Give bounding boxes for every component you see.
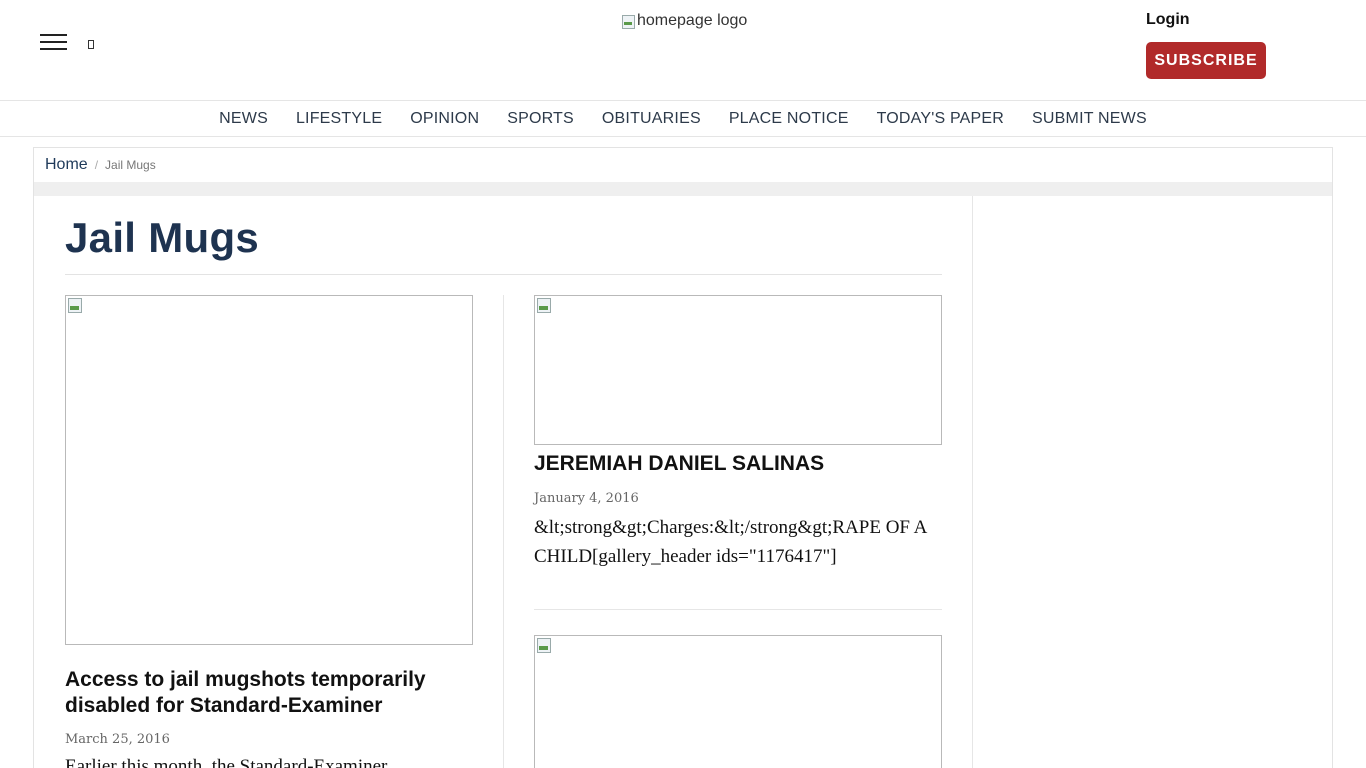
site-header: homepage logo Login SUBSCRIBE <box>0 0 1366 101</box>
column-divider <box>503 295 504 768</box>
article-thumbnail[interactable] <box>65 295 473 645</box>
hamburger-menu-icon[interactable] <box>40 34 68 52</box>
nav-item-news[interactable]: NEWS <box>219 110 268 128</box>
login-link[interactable]: Login <box>1146 11 1190 29</box>
nav-item-opinion[interactable]: OPINION <box>410 110 479 128</box>
breadcrumb-separator: / <box>94 158 99 172</box>
article-divider <box>534 609 942 610</box>
article-date: January 4, 2016 <box>534 491 639 506</box>
nav-item-submit-news[interactable]: SUBMIT NEWS <box>1032 110 1147 128</box>
logo-alt-text: homepage logo <box>637 12 748 29</box>
main-content: Jail Mugs Access to jail mugshots tempor… <box>33 196 1333 768</box>
sidebar-divider <box>972 196 973 768</box>
article-headline[interactable]: Access to jail mugshots temporarily disa… <box>65 667 473 719</box>
article-thumbnail[interactable] <box>534 635 942 768</box>
subscribe-button[interactable]: SUBSCRIBE <box>1146 42 1266 79</box>
broken-image-icon <box>536 637 552 653</box>
article-excerpt: Earlier this month, the Standard-Examine… <box>65 756 388 768</box>
nav-item-todays-paper[interactable]: TODAY'S PAPER <box>877 110 1004 128</box>
article-headline[interactable]: JEREMIAH DANIEL SALINAS <box>534 451 942 477</box>
search-icon[interactable] <box>87 39 97 51</box>
broken-image-icon <box>620 13 636 29</box>
main-nav: NEWS LIFESTYLE OPINION SPORTS OBITUARIES… <box>0 101 1366 137</box>
nav-item-lifestyle[interactable]: LIFESTYLE <box>296 110 382 128</box>
article-excerpt: &lt;strong&gt;Charges:&lt;/strong&gt;RAP… <box>534 517 927 567</box>
page-title: Jail Mugs <box>65 214 260 261</box>
title-divider <box>65 274 942 275</box>
homepage-logo[interactable]: homepage logo <box>620 12 747 30</box>
section-band <box>33 182 1333 196</box>
article-date: March 25, 2016 <box>65 732 170 747</box>
nav-item-place-notice[interactable]: PLACE NOTICE <box>729 110 849 128</box>
article-thumbnail[interactable] <box>534 295 942 445</box>
broken-image-icon <box>67 297 83 313</box>
breadcrumb-home-link[interactable]: Home <box>45 156 88 174</box>
breadcrumb-current: Jail Mugs <box>105 158 156 172</box>
breadcrumb: Home / Jail Mugs <box>33 147 1333 182</box>
broken-image-icon <box>536 297 552 313</box>
nav-item-obituaries[interactable]: OBITUARIES <box>602 110 701 128</box>
nav-item-sports[interactable]: SPORTS <box>507 110 574 128</box>
